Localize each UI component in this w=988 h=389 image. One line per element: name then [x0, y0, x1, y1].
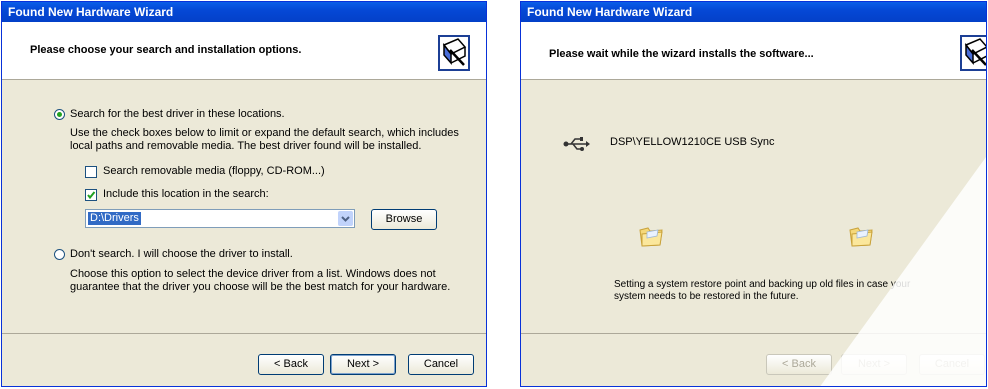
search-option-radio[interactable] [54, 109, 65, 120]
wizard-header: Please wait while the wizard installs th… [521, 22, 986, 80]
title-bar: Found New Hardware Wizard [521, 2, 986, 22]
wizard-body: DSP\YELLOW1210CE USB Sync Setting a syst… [521, 80, 986, 334]
wizard-window-search-options: Found New Hardware Wizard Please choose … [1, 1, 487, 387]
dont-search-radio[interactable] [54, 249, 65, 260]
wizard-footer: < Back Next > Cancel [2, 333, 486, 386]
back-button[interactable]: < Back [766, 354, 832, 375]
location-combobox[interactable]: D:\Drivers [85, 209, 355, 228]
cancel-button[interactable]: Cancel [408, 354, 474, 375]
hardware-wizard-icon [438, 35, 470, 71]
install-status-text: Setting a system restore point and backi… [614, 279, 911, 302]
title-bar: Found New Hardware Wizard [2, 2, 486, 22]
include-location-checkbox[interactable] [85, 189, 97, 201]
folder-icon [849, 227, 873, 247]
dont-search-description: Choose this option to select the device … [70, 268, 451, 293]
removable-media-label[interactable]: Search removable media (floppy, CD-ROM..… [103, 165, 325, 177]
wizard-footer: < Back Next > Cancel [521, 333, 986, 386]
next-button[interactable]: Next > [841, 354, 907, 375]
header-title: Please wait while the wizard installs th… [549, 48, 814, 60]
dropdown-arrow-icon[interactable] [338, 211, 353, 226]
wizard-window-installing: Found New Hardware Wizard Please wait wh… [520, 1, 987, 387]
checkmark-icon [87, 191, 96, 200]
device-name: DSP\YELLOW1210CE USB Sync [610, 136, 775, 148]
cancel-button[interactable]: Cancel [919, 354, 985, 375]
usb-icon [563, 137, 590, 151]
hardware-wizard-icon [960, 35, 986, 71]
folder-icon [639, 227, 663, 247]
next-button[interactable]: Next > [330, 354, 396, 375]
search-description: Use the check boxes below to limit or ex… [70, 127, 459, 152]
dont-search-label[interactable]: Don't search. I will choose the driver t… [70, 248, 293, 260]
include-location-label[interactable]: Include this location in the search: [103, 188, 269, 200]
back-button[interactable]: < Back [258, 354, 324, 375]
browse-button[interactable]: Browse [371, 209, 437, 230]
wizard-header: Please choose your search and installati… [2, 22, 486, 80]
wizard-body: Search for the best driver in these loca… [2, 80, 486, 334]
location-value[interactable]: D:\Drivers [88, 212, 141, 225]
removable-media-checkbox[interactable] [85, 166, 97, 178]
search-option-label[interactable]: Search for the best driver in these loca… [70, 108, 285, 120]
header-title: Please choose your search and installati… [30, 44, 302, 56]
